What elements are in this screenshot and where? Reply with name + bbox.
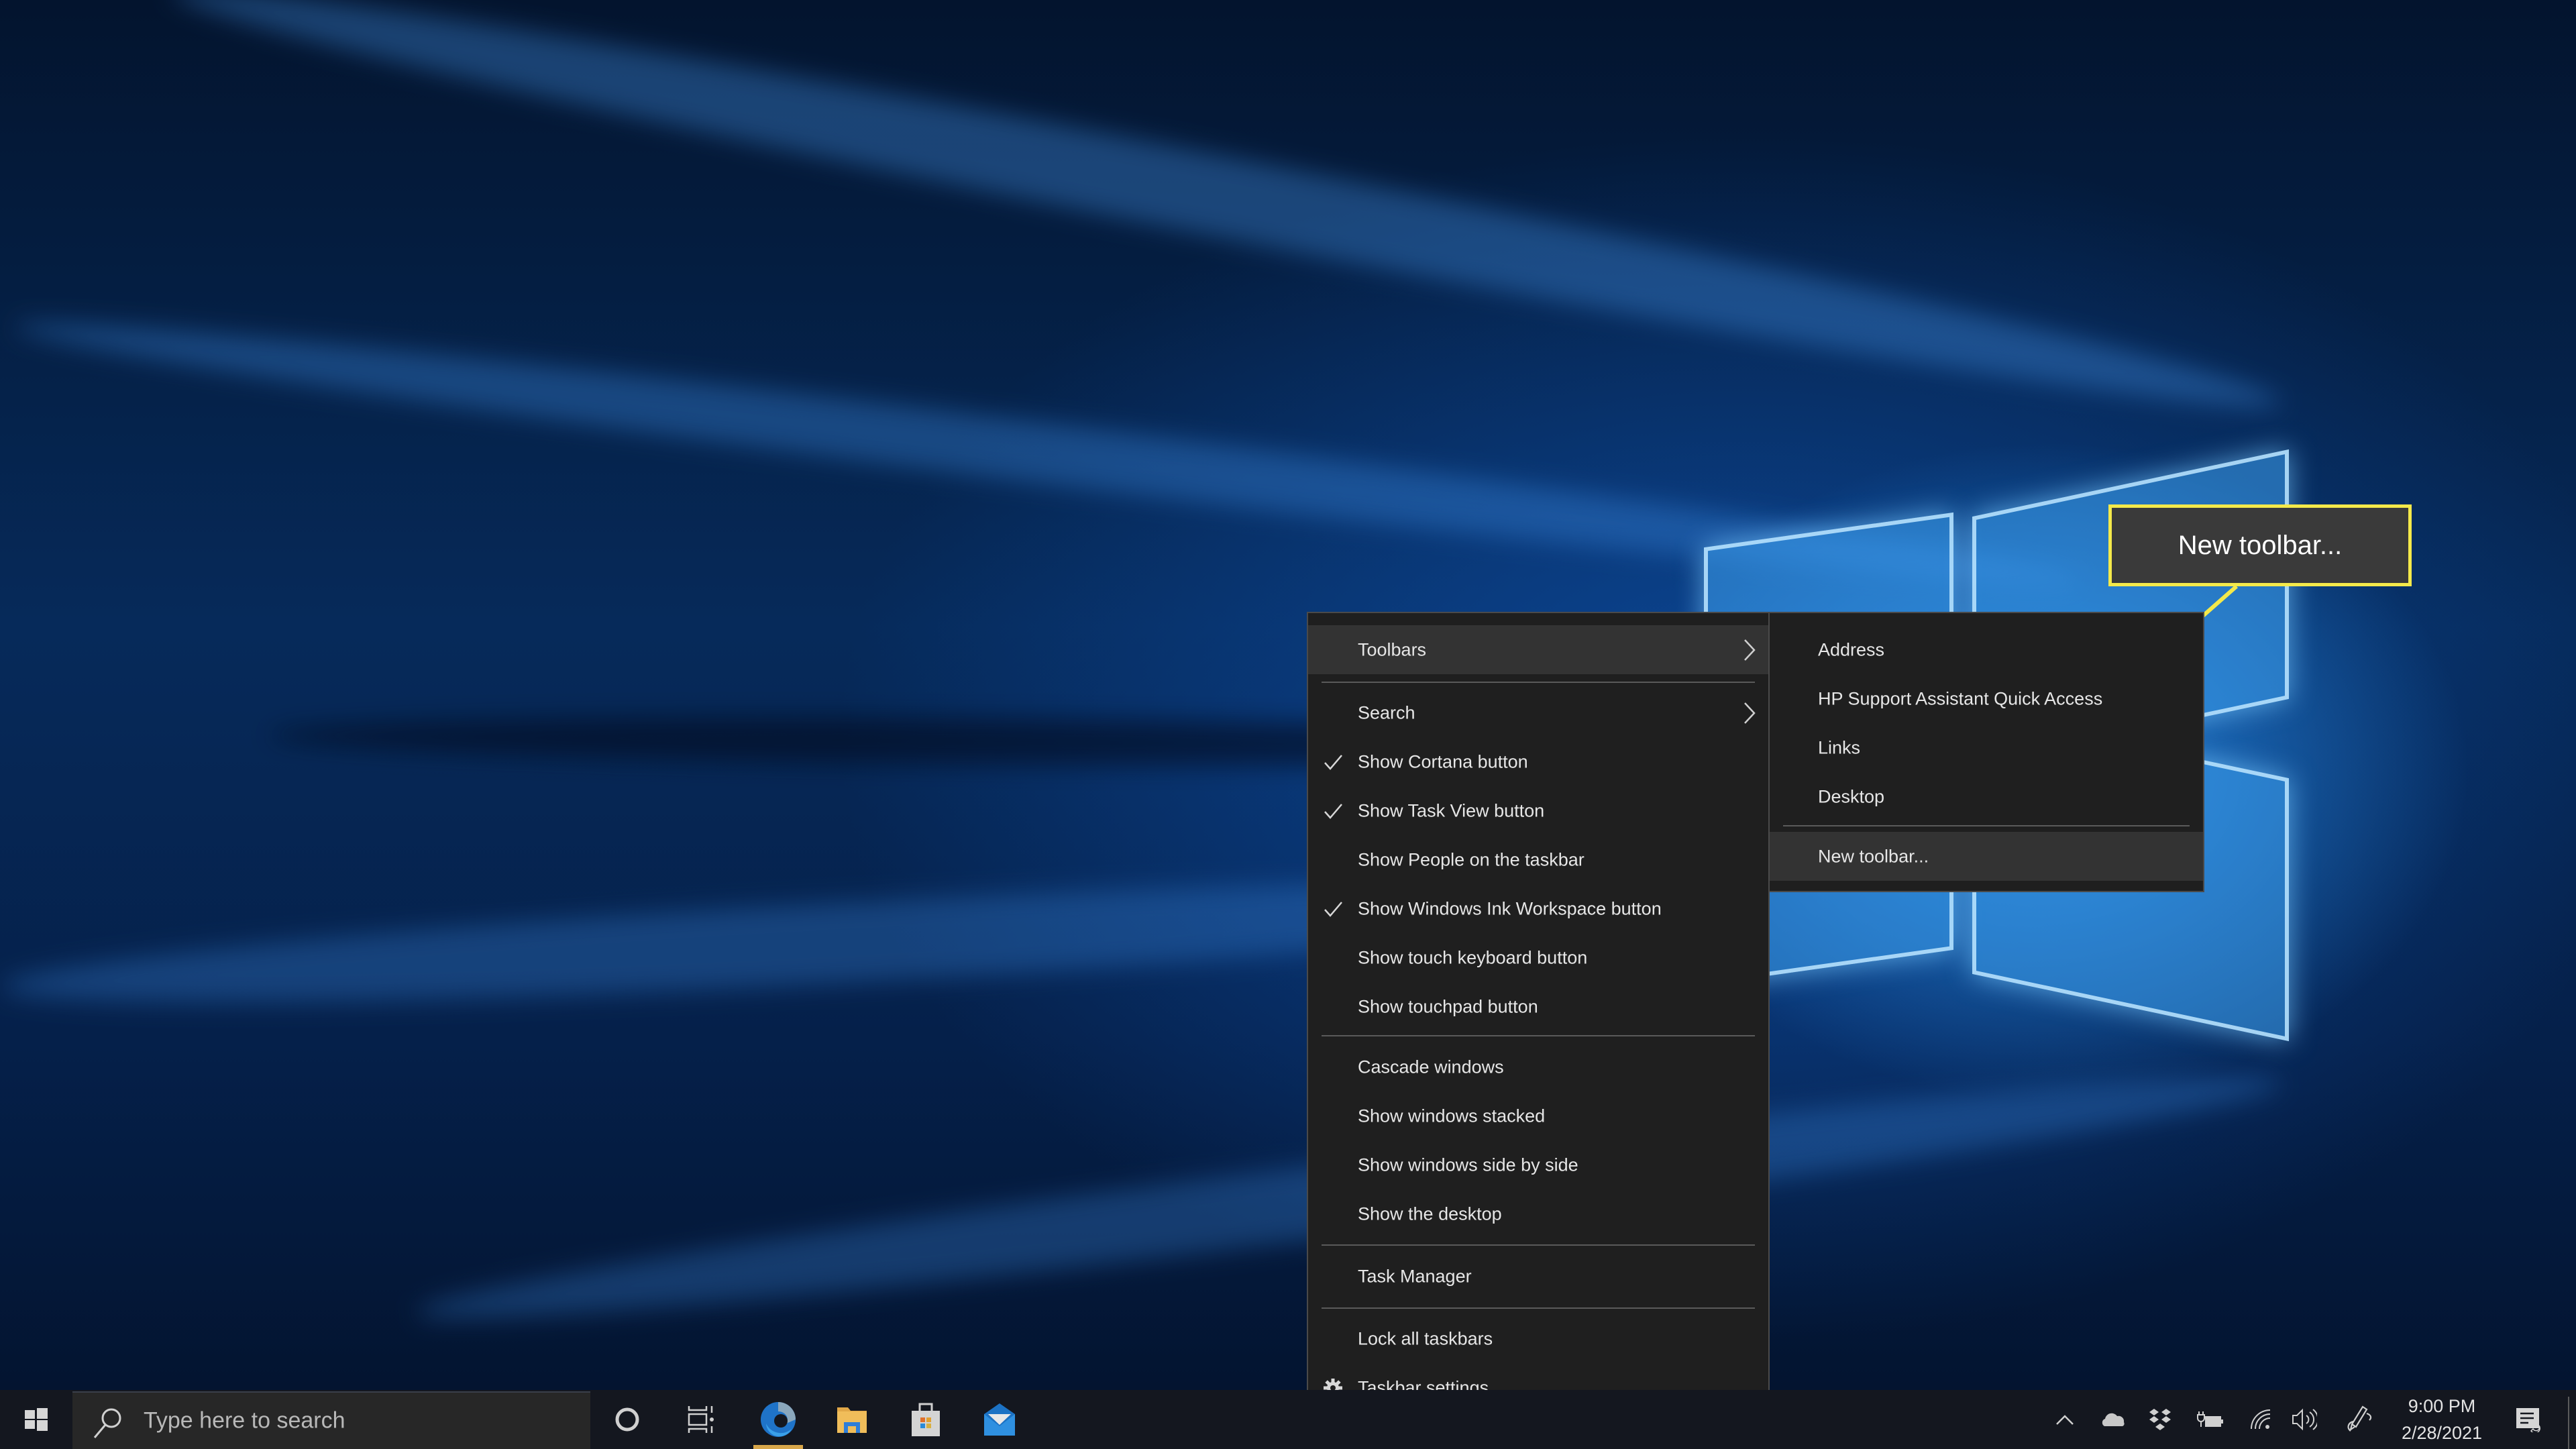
- menu-item-label: Lock all taskbars: [1358, 1328, 1493, 1348]
- task-view-button[interactable]: [671, 1390, 731, 1449]
- task-view-icon: [688, 1406, 714, 1433]
- menu-item-label: Show touchpad button: [1358, 996, 1538, 1016]
- taskbar-search-box[interactable]: Type here to search: [72, 1391, 590, 1449]
- tray-network[interactable]: [2244, 1390, 2277, 1449]
- tray-battery[interactable]: [2190, 1390, 2231, 1449]
- menu-item-label: Toolbars: [1358, 639, 1427, 659]
- windows-ink-icon: [2347, 1405, 2371, 1432]
- menu-item-label: Desktop: [1818, 786, 1885, 806]
- taskbar-app-file-explorer[interactable]: [822, 1390, 882, 1449]
- notifications-icon: [2516, 1408, 2540, 1432]
- toolbars-submenu: Address HP Support Assistant Quick Acces…: [1768, 612, 2204, 892]
- menu-item-show-side-by-side[interactable]: Show windows side by side: [1308, 1140, 1768, 1189]
- cortana-button[interactable]: [600, 1390, 654, 1449]
- taskbar-context-menu: Toolbars Search Show Cortana button Show…: [1307, 612, 1770, 1421]
- checkmark-icon: [1324, 901, 1342, 917]
- menu-item-show-desktop[interactable]: Show the desktop: [1308, 1189, 1768, 1238]
- menu-item-search[interactable]: Search: [1308, 688, 1768, 737]
- menu-item-show-task-view[interactable]: Show Task View button: [1308, 786, 1768, 835]
- menu-separator: [1322, 1244, 1755, 1246]
- menu-item-show-cortana[interactable]: Show Cortana button: [1308, 737, 1768, 786]
- menu-item-label: Search: [1358, 702, 1415, 722]
- wifi-icon: [2251, 1409, 2271, 1430]
- volume-icon: [2292, 1408, 2317, 1431]
- action-center-button[interactable]: [2509, 1390, 2546, 1449]
- edge-icon: [761, 1402, 796, 1437]
- menu-item-label: Show Windows Ink Workspace button: [1358, 898, 1662, 918]
- menu-item-toolbars[interactable]: Toolbars: [1308, 625, 1768, 674]
- submenu-item-hp-support[interactable]: HP Support Assistant Quick Access: [1770, 674, 2203, 723]
- active-app-indicator: [753, 1445, 803, 1449]
- menu-item-show-windows-stacked[interactable]: Show windows stacked: [1308, 1091, 1768, 1140]
- clock-time: 9:00 PM: [2408, 1396, 2476, 1416]
- menu-item-label: New toolbar...: [1818, 846, 1929, 866]
- submenu-item-desktop[interactable]: Desktop: [1770, 772, 2203, 821]
- callout-box: New toolbar...: [2108, 504, 2412, 586]
- cortana-icon: [615, 1407, 639, 1432]
- menu-item-label: Show windows stacked: [1358, 1106, 1546, 1126]
- menu-item-label: Show Cortana button: [1358, 751, 1528, 771]
- file-explorer-icon: [837, 1407, 867, 1433]
- chevron-up-icon: [2055, 1415, 2074, 1425]
- mail-icon: [984, 1403, 1015, 1436]
- chevron-right-icon: [1744, 639, 1756, 661]
- menu-item-label: Task Manager: [1358, 1266, 1472, 1286]
- menu-item-cascade-windows[interactable]: Cascade windows: [1308, 1042, 1768, 1091]
- menu-item-show-touch-keyboard[interactable]: Show touch keyboard button: [1308, 933, 1768, 982]
- taskbar-app-mail[interactable]: [969, 1390, 1030, 1449]
- store-icon: [912, 1403, 940, 1436]
- menu-item-label: Show Task View button: [1358, 800, 1545, 820]
- submenu-item-address[interactable]: Address: [1770, 625, 2203, 674]
- show-desktop-button[interactable]: [2568, 1397, 2576, 1449]
- search-placeholder: Type here to search: [144, 1407, 345, 1434]
- menu-item-show-touchpad[interactable]: Show touchpad button: [1308, 982, 1768, 1031]
- start-button[interactable]: [0, 1390, 72, 1449]
- callout-text: New toolbar...: [2178, 530, 2343, 560]
- menu-item-label: Links: [1818, 737, 1861, 757]
- tray-dropbox[interactable]: [2143, 1390, 2177, 1449]
- battery-charging-icon: [2197, 1411, 2223, 1427]
- menu-item-label: Show the desktop: [1358, 1203, 1502, 1224]
- menu-item-show-people[interactable]: Show People on the taskbar: [1308, 835, 1768, 884]
- clock-date: 2/28/2021: [2401, 1423, 2483, 1443]
- menu-separator: [1322, 682, 1755, 683]
- windows-logo-icon: [25, 1408, 48, 1431]
- tray-onedrive[interactable]: [2096, 1390, 2130, 1449]
- checkmark-icon: [1324, 754, 1342, 770]
- search-icon: [93, 1408, 121, 1438]
- menu-item-show-ink-workspace[interactable]: Show Windows Ink Workspace button: [1308, 884, 1768, 933]
- menu-separator: [1322, 1307, 1755, 1309]
- submenu-item-links[interactable]: Links: [1770, 723, 2203, 772]
- clock[interactable]: 9:00 PM 2/28/2021: [2388, 1393, 2496, 1446]
- menu-item-task-manager[interactable]: Task Manager: [1308, 1252, 1768, 1301]
- checkmark-icon: [1324, 803, 1342, 819]
- menu-item-label: Show touch keyboard button: [1358, 947, 1588, 967]
- menu-item-label: Address: [1818, 639, 1885, 659]
- taskbar: Type here to search 9:00 PM 2/28/2021: [0, 1390, 2576, 1449]
- menu-item-label: Show People on the taskbar: [1358, 849, 1585, 869]
- menu-separator: [1783, 825, 2190, 826]
- onedrive-icon: [2102, 1413, 2125, 1426]
- tray-windows-ink[interactable]: [2341, 1390, 2378, 1449]
- submenu-item-new-toolbar[interactable]: New toolbar...: [1770, 832, 2203, 881]
- show-hidden-icons-button[interactable]: [2049, 1390, 2080, 1449]
- menu-item-label: Cascade windows: [1358, 1057, 1504, 1077]
- chevron-right-icon: [1744, 702, 1756, 724]
- tray-volume[interactable]: [2288, 1390, 2321, 1449]
- taskbar-app-edge[interactable]: [748, 1390, 808, 1449]
- menu-item-lock-taskbars[interactable]: Lock all taskbars: [1308, 1314, 1768, 1363]
- taskbar-app-store[interactable]: [896, 1390, 956, 1449]
- menu-separator: [1322, 1035, 1755, 1036]
- dropbox-icon: [2149, 1409, 2171, 1430]
- menu-item-label: HP Support Assistant Quick Access: [1818, 688, 2103, 708]
- menu-item-label: Show windows side by side: [1358, 1155, 1578, 1175]
